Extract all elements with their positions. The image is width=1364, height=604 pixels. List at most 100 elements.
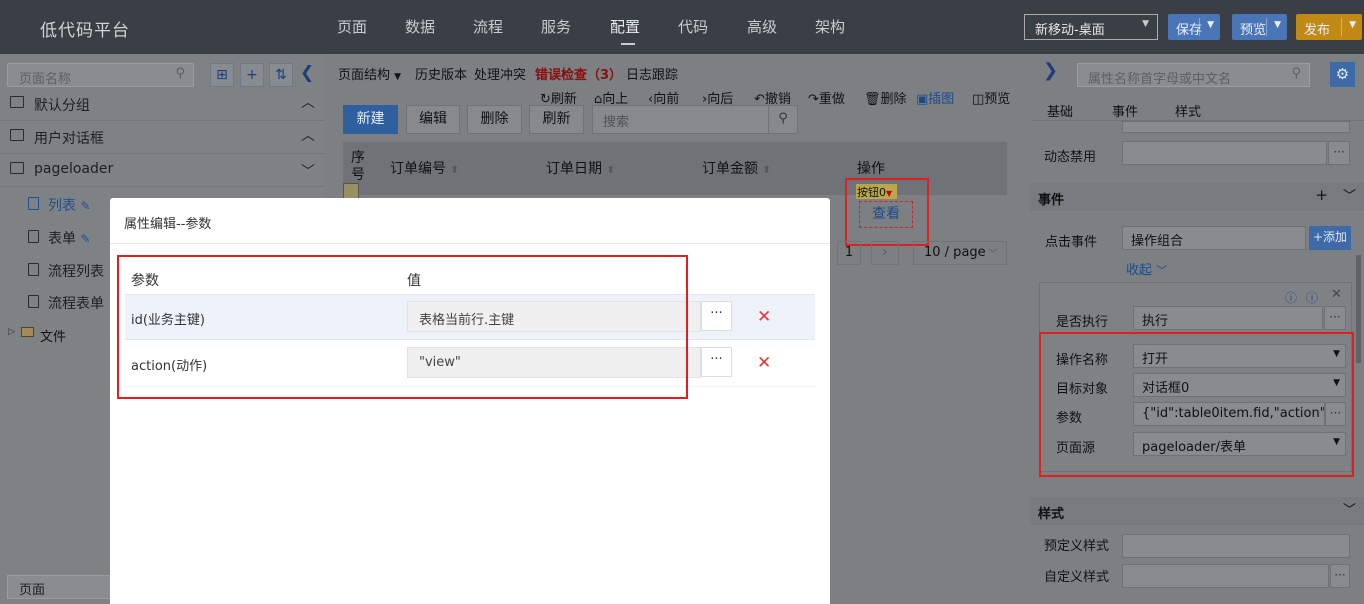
next-page-icon[interactable]: › — [871, 241, 899, 265]
page-select[interactable]: 页面 — [7, 575, 111, 599]
add-icon[interactable]: + — [240, 63, 264, 87]
page-size-select[interactable]: 10 / page ﹀ — [913, 241, 1007, 265]
image-action[interactable]: ▣插图 — [916, 88, 954, 107]
sort-icon[interactable]: ⇅ — [269, 63, 293, 87]
edit-icon[interactable]: ✎ — [80, 199, 90, 213]
search-icon[interactable]: ⚲ — [175, 66, 185, 81]
predefined-style-input[interactable] — [1122, 534, 1350, 558]
new-folder-icon[interactable]: ⊞ — [210, 63, 234, 87]
tree-group-dialog[interactable]: 用户对话框 ︿ — [0, 121, 325, 154]
more-button[interactable]: ··· — [1324, 306, 1346, 330]
caret-right-icon[interactable]: ▷ — [8, 327, 15, 337]
folder-icon — [10, 129, 24, 141]
tab-basic[interactable]: 基础 — [1047, 101, 1073, 120]
sort-icon[interactable]: ⬍ — [606, 165, 614, 176]
log-link[interactable]: 日志跟踪 — [626, 64, 678, 83]
save-button[interactable]: 保存 ▼ — [1168, 14, 1220, 40]
preview-button[interactable]: 预览 ▼ — [1232, 14, 1287, 40]
tree-group-pageloader[interactable]: pageloader ﹀ — [0, 154, 325, 187]
delete-row-icon[interactable]: ✕ — [757, 307, 771, 327]
preview-action[interactable]: ◫预览 — [972, 88, 1010, 107]
nav-architecture[interactable]: 架构 — [815, 16, 845, 37]
style-section-header[interactable]: 样式 ﹀ — [1030, 497, 1364, 525]
publish-button[interactable]: 发布 ▼ — [1296, 14, 1362, 40]
table-search-input[interactable]: 搜索 ⚲ — [592, 105, 798, 134]
nav-service[interactable]: 服务 — [541, 16, 571, 37]
events-section-header[interactable]: 事件 + ﹀ — [1030, 183, 1364, 211]
sort-icon[interactable]: ⬍ — [762, 165, 770, 176]
col-order-date[interactable]: 订单日期 ⬍ — [546, 158, 615, 178]
more-button[interactable]: ··· — [701, 347, 732, 377]
chevron-down-icon[interactable]: ﹀ — [301, 161, 315, 181]
edit-button[interactable]: 编辑 — [406, 105, 460, 134]
highlight-box — [845, 178, 929, 246]
close-icon[interactable]: ✕ — [1331, 287, 1342, 302]
help-icon[interactable]: ⓘ — [1285, 289, 1297, 306]
search-icon[interactable]: ⚲ — [768, 106, 797, 133]
tree-group-default[interactable]: 默认分组 ︿ — [0, 88, 325, 121]
more-button[interactable]: ··· — [701, 301, 732, 331]
error-check-link[interactable]: 错误检查（3） — [535, 64, 622, 83]
collapse-left-icon[interactable]: ❮ — [300, 63, 314, 83]
property-search-input[interactable]: 属性名称首字母或中文名 ⚲ — [1077, 63, 1310, 87]
redo-action[interactable]: ↷重做 — [808, 88, 845, 107]
custom-style-input[interactable] — [1122, 564, 1329, 588]
settings-icon[interactable]: ⚙ — [1330, 62, 1355, 87]
chevron-down-icon: ﹀ — [988, 249, 998, 260]
nav-flow[interactable]: 流程 — [473, 16, 503, 37]
custom-style-label: 自定义样式 — [1044, 570, 1110, 585]
dynamic-disable-input[interactable] — [1122, 141, 1327, 165]
events-section-label: 事件 — [1038, 193, 1065, 208]
new-button[interactable]: 新建 — [343, 105, 398, 134]
page-number[interactable]: 1 — [837, 241, 861, 265]
nav-code[interactable]: 代码 — [678, 16, 708, 37]
chevron-down-icon[interactable]: ﹀ — [1343, 185, 1356, 204]
divider — [1266, 18, 1267, 36]
tree-item-label: 流程列表 — [48, 264, 104, 280]
nav-page[interactable]: 页面 — [337, 16, 367, 37]
row-select-icon[interactable] — [343, 183, 359, 199]
delete-button[interactable]: 删除 — [467, 105, 522, 134]
search-icon[interactable]: ⚲ — [1291, 66, 1301, 81]
tab-style[interactable]: 样式 — [1175, 101, 1201, 120]
refresh-button[interactable]: 刷新 — [529, 105, 584, 134]
tab-events[interactable]: 事件 — [1112, 101, 1138, 120]
edit-icon[interactable]: ✎ — [80, 232, 90, 246]
delete-row-icon[interactable]: ✕ — [757, 353, 771, 373]
preview-label: 预览 — [1240, 23, 1267, 38]
chevron-up-icon[interactable]: ︿ — [301, 92, 315, 112]
tree-item-label: 流程表单 — [48, 296, 104, 312]
chevron-down-icon[interactable]: ▼ — [1349, 20, 1356, 30]
hidden-field[interactable] — [1122, 121, 1350, 133]
more-button[interactable]: ··· — [1328, 141, 1350, 165]
add-icon[interactable]: + — [1315, 186, 1328, 204]
nav-advanced[interactable]: 高级 — [747, 16, 777, 37]
page-structure-menu[interactable]: 页面结构 ▼ — [338, 64, 401, 83]
page-search-input[interactable]: 页面名称 ⚲ — [7, 63, 194, 87]
tree-group-label: 用户对话框 — [34, 131, 104, 147]
conflict-link[interactable]: 处理冲突 — [474, 64, 526, 83]
chevron-down-icon[interactable]: ▼ — [1274, 20, 1281, 30]
collapse-link[interactable]: 收起 ﹀ — [1126, 259, 1167, 278]
col-order-no[interactable]: 订单编号 ⬍ — [390, 158, 459, 178]
exec-input[interactable]: 执行 — [1133, 306, 1323, 330]
sort-icon[interactable]: ⬍ — [450, 165, 458, 176]
click-event-input[interactable]: 操作组合 — [1122, 226, 1306, 250]
files-label[interactable]: 文件 — [40, 326, 66, 345]
device-select[interactable]: 新移动-桌面 ▼ — [1024, 14, 1158, 40]
nav-data[interactable]: 数据 — [405, 16, 435, 37]
chevron-down-icon[interactable]: ▼ — [1207, 20, 1214, 30]
trash-icon: 🗑 — [864, 92, 881, 107]
scrollbar[interactable] — [1356, 255, 1361, 363]
chevron-up-icon[interactable]: ︿ — [301, 125, 315, 145]
info-icon[interactable]: ⓘ — [1306, 289, 1318, 306]
page-icon — [28, 295, 39, 308]
more-button[interactable]: ··· — [1330, 564, 1350, 588]
collapse-right-icon[interactable]: ❯ — [1043, 60, 1058, 81]
history-link[interactable]: 历史版本 — [415, 64, 467, 83]
add-event-button[interactable]: +添加 — [1309, 226, 1351, 250]
chevron-down-icon[interactable]: ﹀ — [1343, 499, 1356, 518]
col-order-amount[interactable]: 订单金额 ⬍ — [702, 158, 771, 178]
delete-action[interactable]: 🗑删除 — [864, 88, 907, 107]
nav-config[interactable]: 配置 — [610, 16, 640, 37]
